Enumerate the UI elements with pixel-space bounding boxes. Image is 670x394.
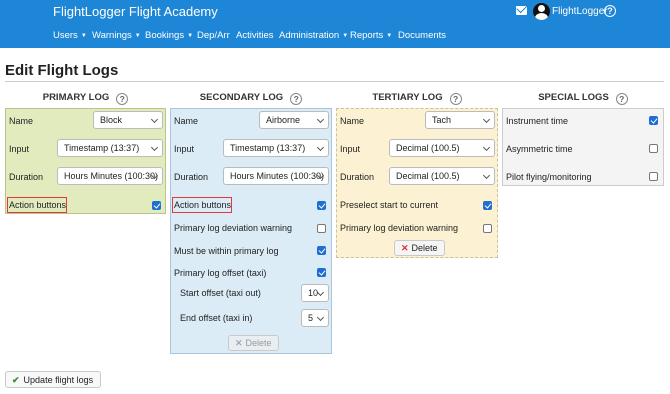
duration-label: Duration: [340, 172, 375, 182]
main-nav: Users ▼ Warnings ▼ Bookings ▼ Dep/Arr Activ…: [0, 24, 670, 48]
secondary-log-heading: SECONDARY LOG?: [170, 92, 332, 105]
help-icon[interactable]: ?: [615, 93, 628, 105]
top-bar: FlightLogger Flight Academy FlightLogger…: [0, 0, 670, 24]
name-label: Name: [340, 116, 365, 126]
nav-reports[interactable]: Reports ▼: [350, 30, 392, 41]
nav-warnings[interactable]: Warnings ▼: [92, 30, 141, 41]
chevron-down-icon: ▼: [386, 33, 393, 39]
secondary-delete-button[interactable]: ✕ Delete: [228, 335, 279, 351]
nav-dep-arr[interactable]: Dep/Arr: [197, 30, 230, 41]
primary-log-panel: Name Block Input Timestamp (13:37) Durat…: [5, 108, 166, 214]
update-flight-logs-button[interactable]: ✔ Update flight logs: [5, 371, 102, 388]
username[interactable]: FlightLogger: [552, 6, 608, 17]
pilot-flying-label: Pilot flying/monitoring: [506, 172, 592, 182]
primary-log-heading: PRIMARY LOG?: [5, 92, 166, 105]
tertiary-input-select[interactable]: Decimal (100.5): [389, 139, 495, 157]
end-offset-select[interactable]: 5: [301, 309, 329, 327]
pilot-flying-checkbox[interactable]: [649, 172, 658, 181]
tertiary-duration-select[interactable]: Decimal (100.5): [389, 167, 495, 185]
help-icon[interactable]: ?: [290, 93, 303, 105]
within-primary-checkbox[interactable]: [317, 246, 326, 255]
chevron-down-icon: ▼: [80, 33, 87, 39]
secondary-duration-select[interactable]: Hours Minutes (100:30): [223, 167, 329, 185]
avatar[interactable]: [533, 3, 550, 20]
chevron-down-icon: ▼: [342, 33, 349, 39]
preselect-label: Preselect start to current: [340, 200, 439, 210]
input-label: Input: [174, 144, 195, 154]
primary-duration-select[interactable]: Hours Minutes (100:30): [57, 167, 163, 185]
duration-label: Duration: [174, 172, 209, 182]
tertiary-log-panel: Name Tach Input Decimal (100.5) Duration…: [336, 108, 498, 258]
secondary-action-buttons-checkbox[interactable]: [317, 201, 326, 210]
brand-title[interactable]: FlightLogger Flight Academy: [53, 4, 218, 19]
preselect-checkbox[interactable]: [483, 201, 492, 210]
input-label: Input: [340, 144, 361, 154]
chevron-down-icon: ▼: [134, 33, 141, 39]
help-icon[interactable]: ?: [449, 93, 462, 105]
secondary-name-select[interactable]: Airborne: [259, 111, 329, 129]
secondary-input-select[interactable]: Timestamp (13:37): [223, 139, 329, 157]
tertiary-name-select[interactable]: Tach: [425, 111, 495, 129]
instrument-time-label: Instrument time: [506, 116, 569, 126]
divider: [5, 81, 664, 82]
primary-name-select[interactable]: Block: [93, 111, 163, 129]
start-offset-select[interactable]: 10: [301, 284, 329, 302]
nav-users[interactable]: Users ▼: [53, 30, 87, 41]
close-icon: ✕: [235, 338, 243, 348]
action-buttons-label: Action buttons: [9, 200, 67, 210]
asymmetric-time-checkbox[interactable]: [649, 144, 658, 153]
start-offset-label: Start offset (taxi out): [180, 288, 261, 298]
help-icon[interactable]: ?: [604, 5, 616, 17]
name-label: Name: [174, 116, 199, 126]
nav-bookings[interactable]: Bookings ▼: [145, 30, 193, 41]
tertiary-delete-button[interactable]: ✕ Delete: [394, 240, 445, 256]
close-icon: ✕: [401, 243, 409, 253]
deviation-warning-label: Primary log deviation warning: [174, 223, 293, 233]
page-title: Edit Flight Logs: [5, 62, 119, 79]
instrument-time-checkbox[interactable]: [649, 116, 658, 125]
help-icon[interactable]: ?: [116, 93, 129, 105]
nav-administration[interactable]: Administration ▼: [279, 30, 348, 41]
offset-taxi-label: Primary log offset (taxi): [174, 268, 267, 278]
special-logs-heading: SPECIAL LOGS?: [502, 92, 664, 105]
nav-documents[interactable]: Documents: [398, 30, 446, 41]
within-primary-label: Must be within primary log: [174, 246, 279, 256]
nav-activities[interactable]: Activities: [236, 30, 273, 41]
special-logs-panel: Instrument time Asymmetric time Pilot fl…: [502, 108, 664, 186]
asymmetric-time-label: Asymmetric time: [506, 144, 573, 154]
duration-label: Duration: [9, 172, 44, 182]
action-buttons-label: Action buttons: [174, 200, 232, 210]
check-icon: ✔: [12, 375, 20, 385]
name-label: Name: [9, 116, 34, 126]
primary-action-buttons-checkbox[interactable]: [152, 201, 161, 210]
tertiary-deviation-checkbox[interactable]: [483, 224, 492, 233]
input-label: Input: [9, 144, 30, 154]
primary-input-select[interactable]: Timestamp (13:37): [57, 139, 163, 157]
mail-icon[interactable]: [516, 6, 527, 15]
offset-taxi-checkbox[interactable]: [317, 268, 326, 277]
secondary-deviation-checkbox[interactable]: [317, 224, 326, 233]
end-offset-label: End offset (taxi in): [180, 313, 253, 323]
secondary-log-panel: Name Airborne Input Timestamp (13:37) Du…: [170, 108, 332, 354]
chevron-down-icon: ▼: [187, 33, 194, 39]
tertiary-log-heading: TERTIARY LOG?: [336, 92, 498, 105]
deviation-warning-label: Primary log deviation warning: [340, 223, 459, 233]
